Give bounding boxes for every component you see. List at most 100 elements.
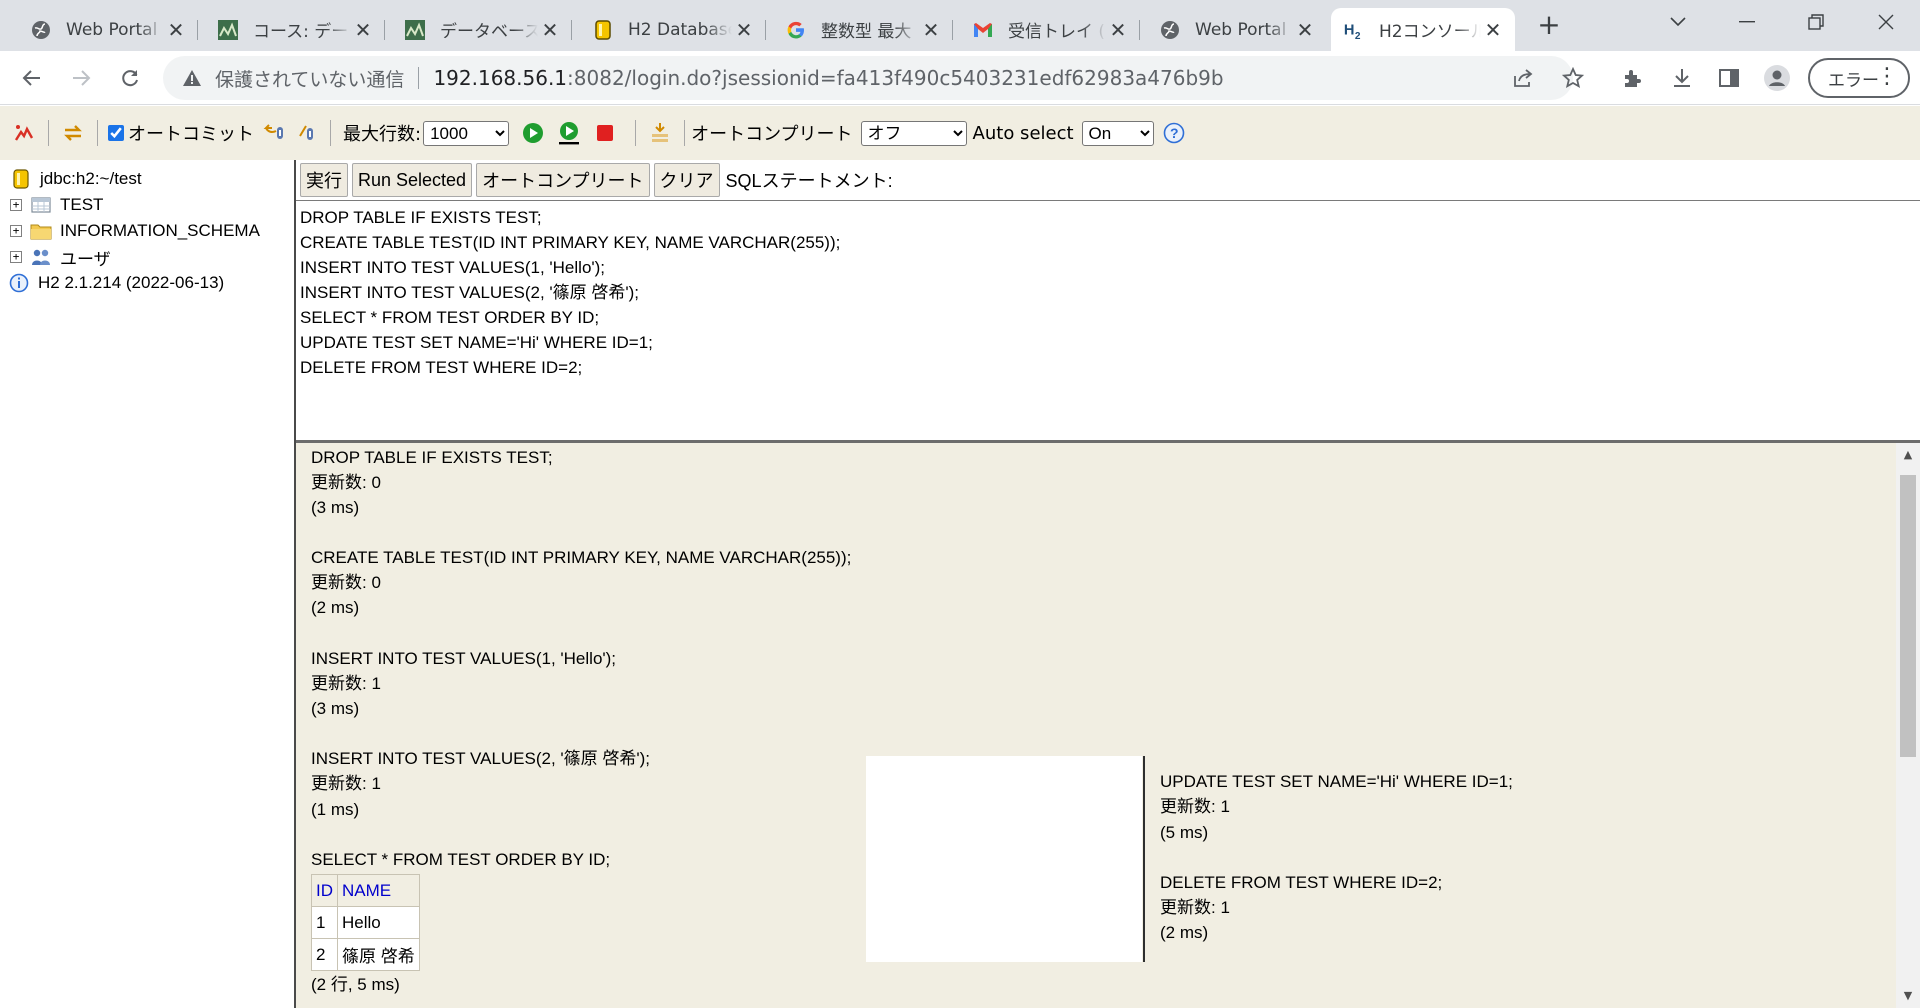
h2-console-icon: H2	[1343, 19, 1365, 41]
divider	[1143, 756, 1145, 962]
new-tab-button[interactable]: +	[1535, 8, 1563, 41]
tab-search-icon[interactable]	[1660, 8, 1696, 36]
column-header[interactable]: NAME	[337, 874, 420, 907]
extensions-icon[interactable]	[1619, 64, 1647, 92]
result-time: (3 ms)	[311, 498, 360, 517]
autocommit-checkbox[interactable]	[108, 125, 124, 141]
stop-icon[interactable]	[593, 121, 617, 145]
insecure-label[interactable]: 保護されていない通信	[215, 65, 404, 92]
divider	[684, 120, 686, 146]
gmail-icon	[972, 19, 994, 41]
tab-title: 整数型 最大	[821, 22, 912, 42]
autocomplete-select[interactable]: オフ	[860, 120, 967, 146]
max-rows-select[interactable]: 1000	[423, 120, 510, 146]
table-cell: 篠原 啓希	[337, 938, 420, 971]
tab-title: Web Portal	[66, 19, 158, 40]
bookmark-star-icon[interactable]	[1560, 65, 1586, 91]
browser-tab[interactable]: 整数型 最大 ✕	[773, 8, 953, 51]
tree-node-information-schema[interactable]: + INFORMATION_SCHEMA	[0, 218, 260, 244]
help-icon[interactable]: ?	[1162, 121, 1186, 145]
restore-button[interactable]	[1798, 8, 1834, 36]
browser-tab[interactable]: H2 Database ✕	[580, 8, 766, 51]
run-button[interactable]: 実行	[300, 163, 348, 197]
history-icon[interactable]	[648, 121, 672, 145]
close-icon[interactable]: ✕	[1106, 18, 1130, 42]
browser-tab[interactable]: コース: データ ✕	[205, 8, 385, 51]
svg-text:2: 2	[1355, 31, 1361, 41]
disconnect-icon[interactable]	[12, 121, 36, 145]
tree-node-test[interactable]: + TEST	[0, 192, 103, 218]
autocomplete-label: オートコンプリート	[691, 124, 853, 145]
expand-icon[interactable]: +	[10, 251, 22, 263]
scrollbar-thumb[interactable]	[1900, 475, 1916, 757]
scroll-up-icon[interactable]: ▲	[1902, 449, 1914, 461]
browser-tab[interactable]: データベース 演 ✕	[392, 8, 572, 51]
results-scrollbar[interactable]: ▲ ▼	[1896, 443, 1920, 1008]
address-bar[interactable]: 保護されていない通信 192.168.56.1:8082/login.do?js…	[163, 56, 1584, 100]
result-table: ID NAME 1 Hello 2 篠原 啓希	[311, 874, 420, 971]
result-time: (5 ms)	[1160, 823, 1209, 842]
autocommit-toggle[interactable]: オートコミット	[108, 120, 254, 146]
close-icon[interactable]: ✕	[732, 18, 756, 42]
close-icon[interactable]: ✕	[164, 18, 188, 42]
browser-tab-strip: Web Portal ✕ コース: データ ✕ データベース 演 ✕ H2 Da…	[0, 0, 1920, 51]
browser-tab[interactable]: Web Portal ✕	[18, 8, 198, 51]
share-icon[interactable]	[1511, 65, 1537, 91]
result-update-count: 更新数: 0	[311, 473, 381, 492]
profile-avatar-icon[interactable]	[1763, 64, 1791, 92]
auto-select-label: Auto select	[972, 122, 1074, 144]
rollback-icon[interactable]	[262, 121, 286, 145]
result-update-count: 更新数: 1	[1160, 797, 1230, 816]
forward-button[interactable]	[65, 62, 97, 94]
result-time: (1 ms)	[311, 800, 360, 819]
profile-error-button[interactable]: エラー ⋮	[1808, 58, 1910, 98]
run-selected-icon[interactable]	[557, 121, 581, 145]
clear-button[interactable]: クリア	[653, 163, 720, 197]
back-button[interactable]	[16, 62, 48, 94]
svg-text:?: ?	[1170, 125, 1179, 141]
table-row: 2 篠原 啓希	[311, 938, 420, 971]
profile-error-label: エラー	[1828, 70, 1879, 91]
browser-tab[interactable]: Web Portal ✕	[1147, 8, 1327, 51]
tab-title: データベース 演	[440, 22, 538, 42]
auto-select-select[interactable]: On	[1081, 120, 1154, 146]
autocomplete-button[interactable]: オートコンプリート	[476, 163, 650, 197]
run-selected-button[interactable]: Run Selected	[352, 163, 473, 197]
close-icon[interactable]: ✕	[1481, 18, 1505, 42]
warning-icon[interactable]	[179, 69, 205, 87]
tree-connection[interactable]: jdbc:h2:~/test	[0, 166, 142, 192]
column-header[interactable]: ID	[311, 874, 338, 907]
close-icon[interactable]: ✕	[351, 18, 375, 42]
table-cell: 2	[311, 938, 338, 971]
close-icon[interactable]: ✕	[919, 18, 943, 42]
close-window-button[interactable]	[1868, 8, 1904, 36]
scroll-down-icon[interactable]: ▼	[1902, 990, 1914, 1002]
autocommit-label: オートコミット	[128, 124, 254, 145]
result-update-count: 更新数: 1	[311, 774, 381, 793]
result-update-count: 更新数: 0	[311, 573, 381, 592]
minimize-button[interactable]	[1729, 8, 1765, 36]
close-icon[interactable]: ✕	[538, 18, 562, 42]
expand-icon[interactable]: +	[10, 199, 22, 211]
commit-icon[interactable]	[294, 121, 318, 145]
expand-icon[interactable]: +	[10, 225, 22, 237]
folder-icon	[30, 221, 52, 241]
download-icon[interactable]	[1668, 64, 1696, 92]
moodle-icon	[217, 19, 239, 41]
sql-editor[interactable]: DROP TABLE IF EXISTS TEST; CREATE TABLE …	[296, 200, 1920, 442]
close-icon[interactable]: ✕	[1293, 18, 1317, 42]
browser-tab[interactable]: 受信トレイ (2 ✕	[960, 8, 1140, 51]
reload-button[interactable]	[114, 62, 146, 94]
side-panel-icon[interactable]	[1715, 64, 1743, 92]
result-time: (2 ms)	[311, 598, 360, 617]
tree-node-users[interactable]: + ユーザ	[0, 244, 111, 270]
divider	[418, 67, 420, 89]
browser-tab-active[interactable]: H2 H2コンソール ✕	[1331, 8, 1515, 51]
refresh-icon[interactable]	[61, 121, 85, 145]
table-cell: Hello	[337, 906, 420, 939]
more-menu-icon[interactable]: ⋮	[1876, 66, 1898, 88]
run-icon[interactable]	[521, 121, 545, 145]
url-text[interactable]: 192.168.56.1:8082/login.do?jsessionid=fa…	[433, 66, 1223, 90]
blank-overlay	[866, 756, 1142, 962]
globe-icon	[1159, 19, 1181, 41]
